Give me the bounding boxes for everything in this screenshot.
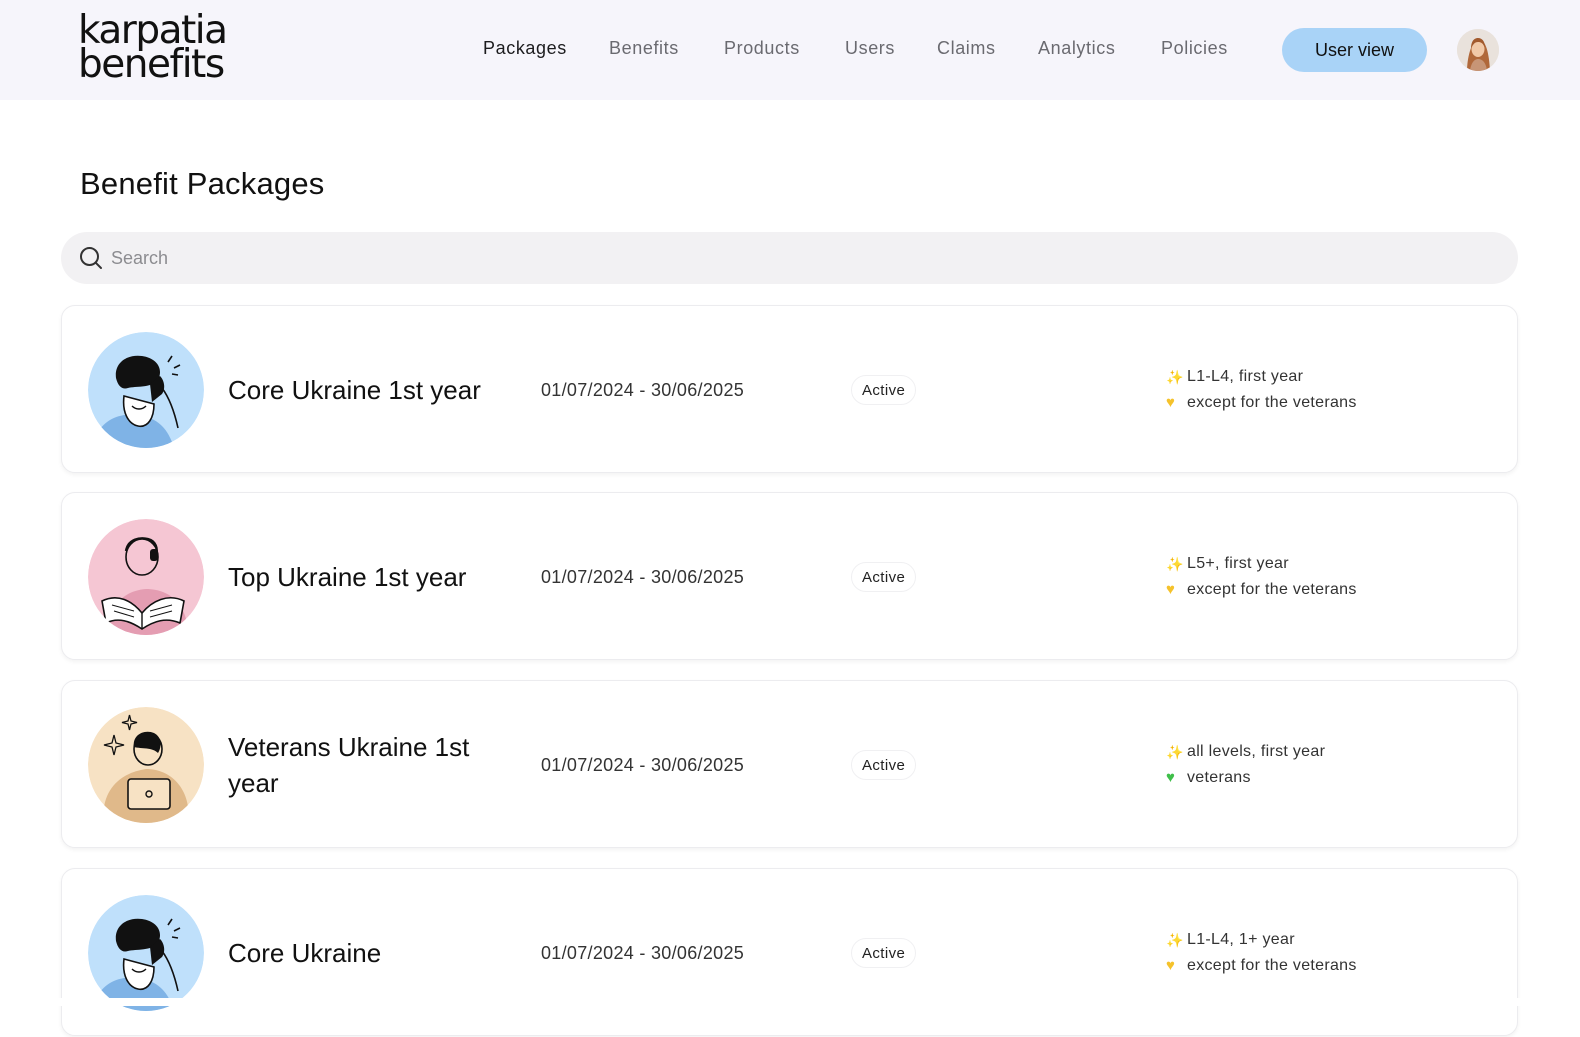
- sparkles-icon: ✨: [1166, 369, 1184, 385]
- package-name: Veterans Ukraine 1st year: [228, 732, 470, 798]
- eligibility-text: L1-L4, 1+ year: [1187, 931, 1295, 948]
- package-name: Core Ukraine 1st year: [228, 375, 481, 405]
- search-input[interactable]: [111, 232, 1491, 284]
- nav-item-packages[interactable]: Packages: [483, 38, 567, 59]
- note-text: veterans: [1187, 769, 1251, 786]
- package-dates: 01/07/2024 - 30/06/2025: [541, 942, 745, 963]
- search-bar[interactable]: [61, 232, 1518, 284]
- package-description: ✨ L1-L4, first year ♥ except for the veter…: [1166, 306, 1357, 474]
- sparkles-icon: ✨: [1166, 932, 1184, 948]
- nav-item-users[interactable]: Users: [845, 38, 895, 59]
- user-view-button[interactable]: User view: [1282, 28, 1427, 72]
- green-heart-icon: ♥: [1166, 769, 1176, 786]
- package-card-veterans-ukraine-1st-year[interactable]: Veterans Ukraine 1st year 01/07/2024 - 3…: [61, 680, 1518, 848]
- package-dates: 01/07/2024 - 30/06/2025: [541, 754, 745, 775]
- person-on-phone-illustration: [88, 332, 204, 448]
- logo-line-2: benefits: [78, 42, 225, 87]
- note-text: except for the veterans: [1187, 394, 1357, 411]
- search-icon: [80, 247, 102, 269]
- package-dates: 01/07/2024 - 30/06/2025: [541, 566, 745, 587]
- yellow-heart-icon: ♥: [1166, 581, 1176, 598]
- user-avatar[interactable]: [1457, 29, 1499, 71]
- page-title: Benefit Packages: [80, 166, 325, 201]
- yellow-heart-icon: ♥: [1166, 394, 1176, 411]
- sparkles-icon: ✨: [1166, 556, 1184, 572]
- package-description: ✨ L5+, first year ♥ except for the veteran…: [1166, 493, 1357, 661]
- nav-item-benefits[interactable]: Benefits: [609, 38, 679, 59]
- person-reading-illustration: [88, 519, 204, 635]
- top-navigation-bar: karpatia benefits Packages Benefits Prod…: [0, 0, 1580, 100]
- eligibility-text: L1-L4, first year: [1187, 368, 1304, 385]
- package-description: ✨ L1-L4, 1+ year ♥ except for the veterans: [1166, 869, 1357, 1037]
- package-description: ✨ all levels, first year ♥ veterans: [1166, 681, 1325, 849]
- note-text: except for the veterans: [1187, 581, 1357, 598]
- eligibility-text: all levels, first year: [1187, 743, 1326, 760]
- package-card-core-ukraine-1st-year[interactable]: Core Ukraine 1st year 01/07/2024 - 30/06…: [61, 305, 1518, 473]
- eligibility-text: L5+, first year: [1187, 555, 1289, 572]
- package-dates: 01/07/2024 - 30/06/2025: [541, 379, 745, 400]
- nav-item-claims[interactable]: Claims: [937, 38, 996, 59]
- package-name: Top Ukraine 1st year: [228, 562, 467, 592]
- status-badge: Active: [851, 375, 917, 405]
- viewport-bottom-edge: [0, 998, 1580, 1006]
- package-card-core-ukraine[interactable]: Core Ukraine 01/07/2024 - 30/06/2025 Act…: [61, 868, 1518, 1036]
- nav-item-policies[interactable]: Policies: [1161, 38, 1228, 59]
- status-badge: Active: [851, 562, 917, 592]
- nav-item-products[interactable]: Products: [724, 38, 800, 59]
- package-card-top-ukraine-1st-year[interactable]: Top Ukraine 1st year 01/07/2024 - 30/06/…: [61, 492, 1518, 660]
- person-with-laptop-illustration: [88, 707, 204, 823]
- yellow-heart-icon: ♥: [1166, 957, 1176, 974]
- package-name: Core Ukraine: [228, 938, 382, 968]
- karpatia-benefits-logo[interactable]: karpatia benefits: [78, 11, 228, 87]
- person-on-phone-illustration: [88, 895, 204, 1011]
- sparkles-icon: ✨: [1166, 744, 1184, 760]
- avatar-portrait-icon: [1457, 29, 1499, 71]
- status-badge: Active: [851, 938, 917, 968]
- status-badge: Active: [851, 750, 917, 780]
- note-text: except for the veterans: [1187, 957, 1357, 974]
- nav-item-analytics[interactable]: Analytics: [1038, 38, 1115, 59]
